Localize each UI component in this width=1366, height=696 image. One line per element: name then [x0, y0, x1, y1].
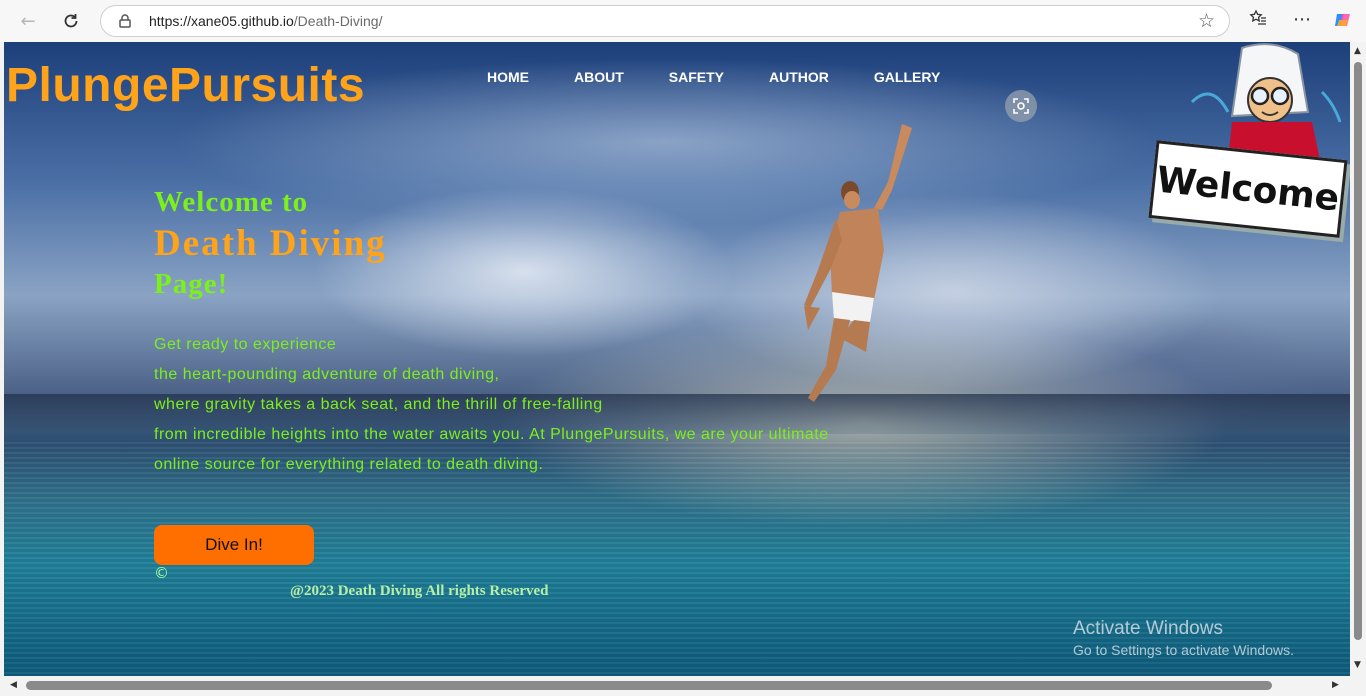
horizontal-scrollbar[interactable]: ◀ ▶	[0, 676, 1350, 696]
back-arrow-icon[interactable]: ←	[15, 8, 41, 34]
vertical-scroll-thumb[interactable]	[1354, 62, 1362, 640]
watermark-subtitle: Go to Settings to activate Windows.	[1073, 642, 1294, 658]
hero-title-line1: Welcome to	[154, 186, 309, 218]
scroll-up-icon[interactable]: ▲	[1354, 46, 1361, 56]
address-bar[interactable]: https://xane05.github.io/Death-Diving/ ☆	[100, 5, 1230, 37]
nav-gallery[interactable]: GALLERY	[874, 69, 940, 85]
browser-toolbar: ← https://xane05.github.io/Death-Diving/…	[0, 0, 1366, 42]
main-nav: HOME ABOUT SAFETY AUTHOR GALLERY	[487, 69, 985, 85]
url-host: https://xane05.github.io	[149, 13, 294, 29]
footer-text: @2023 Death Diving All rights Reserved	[290, 583, 549, 599]
reload-icon[interactable]	[58, 8, 84, 34]
intro-line: the heart-pounding adventure of death di…	[154, 366, 500, 383]
nav-about[interactable]: ABOUT	[574, 69, 624, 85]
scroll-left-icon[interactable]: ◀	[10, 680, 17, 690]
scroll-down-icon[interactable]: ▼	[1354, 660, 1361, 670]
hero-title-line2: Death Diving	[154, 223, 387, 264]
watermark-title: Activate Windows	[1073, 618, 1223, 639]
star-icon[interactable]: ☆	[1198, 10, 1215, 32]
intro-line: Get ready to experience	[154, 336, 337, 353]
dive-in-button[interactable]: Dive In!	[154, 525, 314, 565]
favorites-icon[interactable]	[1249, 9, 1267, 32]
more-icon[interactable]: ⋯	[1293, 9, 1311, 30]
visual-search-icon[interactable]	[1005, 90, 1037, 122]
nav-home[interactable]: HOME	[487, 69, 529, 85]
url-path: /Death-Diving/	[293, 13, 383, 29]
windows-watermark: Activate Windows Go to Settings to activ…	[1073, 618, 1294, 658]
hero-title-line3: Page!	[154, 268, 229, 300]
horizontal-scroll-thumb[interactable]	[26, 681, 1272, 690]
nav-safety[interactable]: SAFETY	[669, 69, 724, 85]
site-logo[interactable]: PlungePursuits	[6, 58, 365, 113]
hero-intro: Get ready to experience the heart-poundi…	[154, 330, 914, 480]
welcome-mascot: Welcome	[1148, 42, 1350, 242]
copyright-icon: ©	[154, 564, 169, 582]
copilot-icon[interactable]	[1333, 10, 1353, 35]
intro-line: online source for everything related to …	[154, 456, 544, 473]
scroll-right-icon[interactable]: ▶	[1332, 680, 1339, 690]
nav-author[interactable]: AUTHOR	[769, 69, 829, 85]
intro-line: from incredible heights into the water a…	[154, 426, 829, 443]
intro-line: where gravity takes a back seat, and the…	[154, 396, 603, 413]
url-text[interactable]: https://xane05.github.io/Death-Diving/	[149, 13, 382, 29]
lock-icon[interactable]	[119, 14, 131, 28]
page-viewport: PlungePursuits HOME ABOUT SAFETY AUTHOR …	[4, 42, 1350, 676]
vertical-scrollbar[interactable]: ▲ ▼	[1350, 42, 1366, 676]
